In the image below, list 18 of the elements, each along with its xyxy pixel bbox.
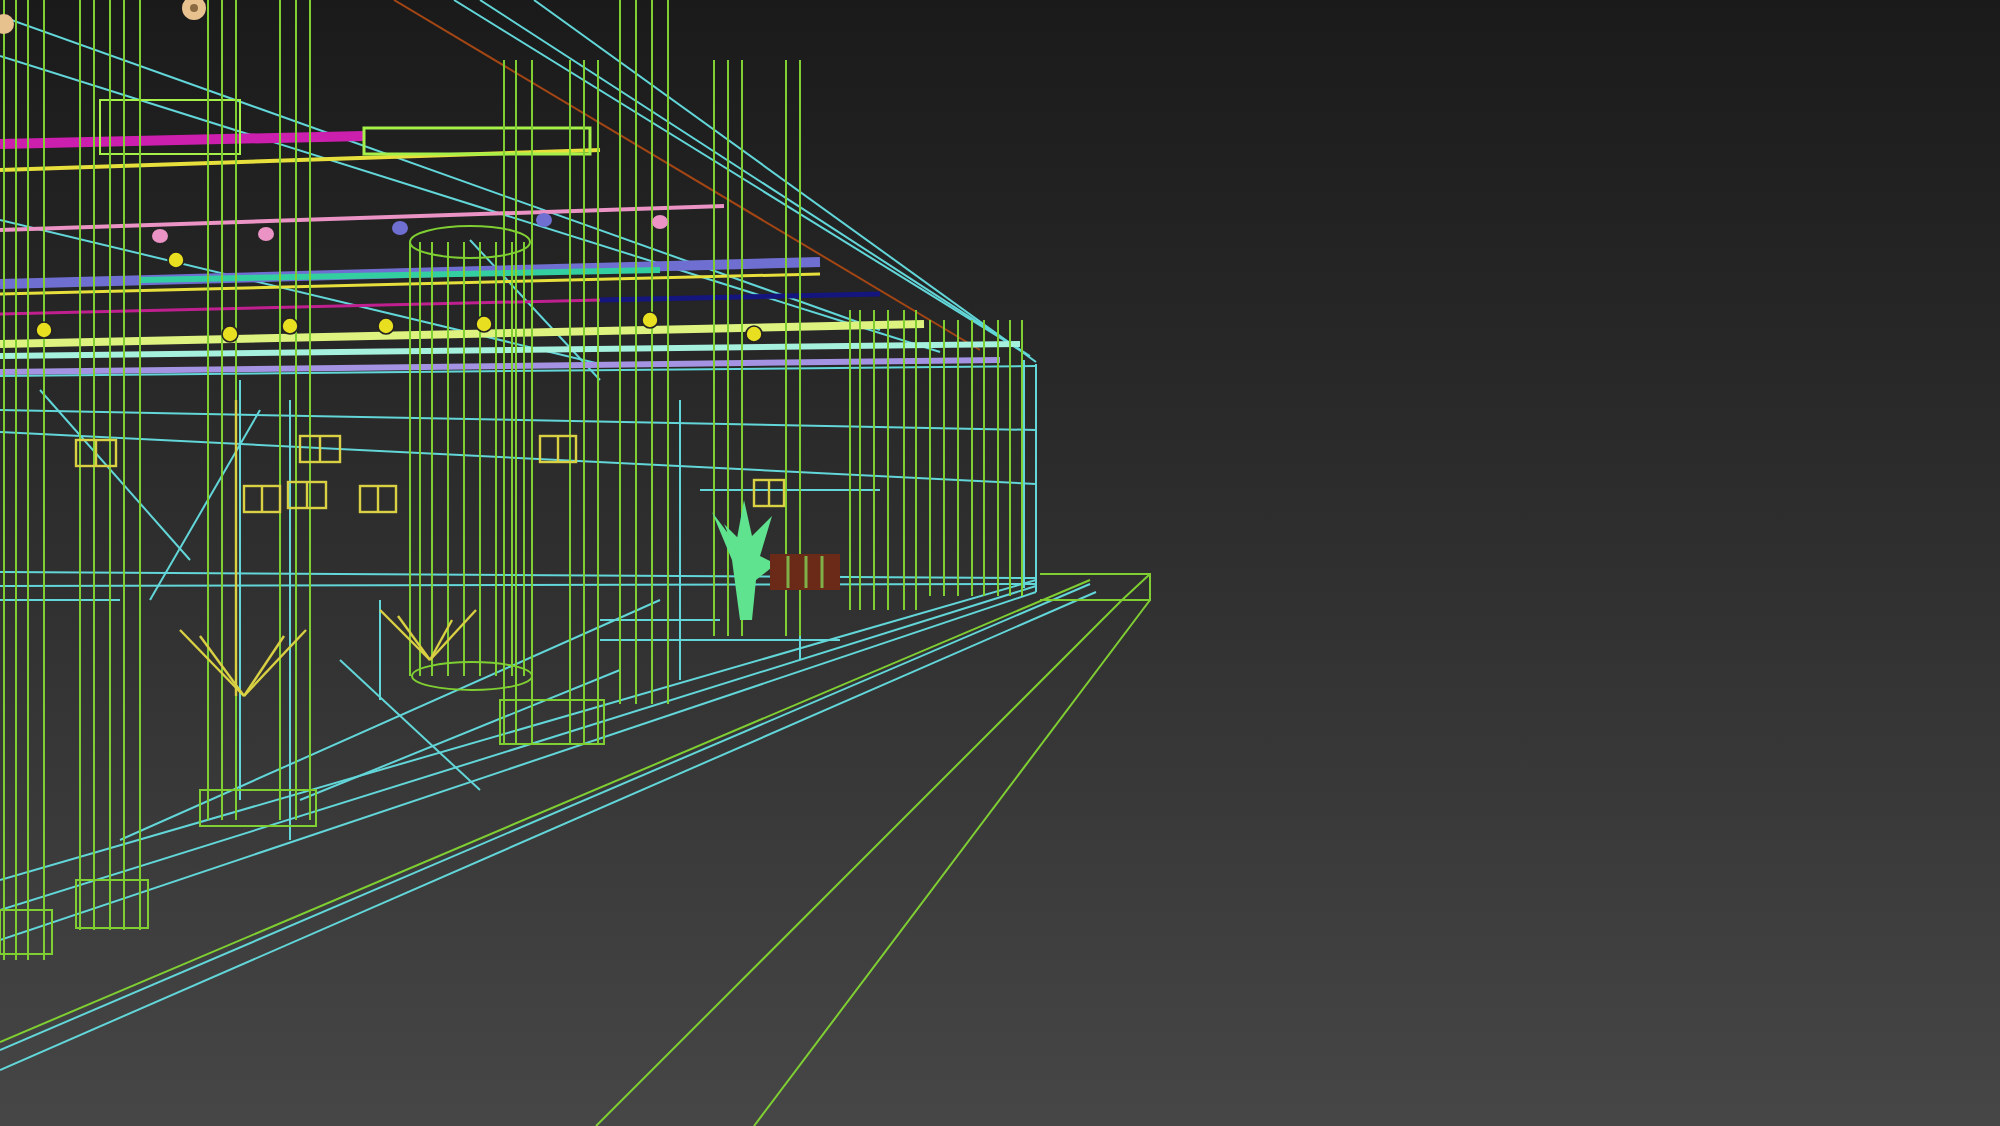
ceiling-light-box: [99, 99, 241, 155]
wall-lamp: [74, 438, 118, 468]
spot-light-icon: [652, 215, 668, 229]
ceiling-fixture: [0, 14, 14, 34]
wall-lamp: [538, 434, 578, 464]
uplight-fan: [379, 609, 477, 661]
spot-light-icon: [536, 213, 552, 227]
wall-lamp: [242, 484, 282, 514]
wall-lamp: [358, 484, 398, 514]
spot-light-icon: [258, 227, 274, 241]
ceiling-fixture: [182, 0, 206, 20]
wall-cabinet: [770, 554, 840, 590]
spot-light-icon: [392, 221, 408, 235]
wall-lamp: [752, 478, 786, 508]
plant: [712, 500, 776, 620]
wall-lamp: [286, 480, 328, 510]
wall-lamp: [298, 434, 342, 464]
spot-light-icon: [152, 229, 168, 243]
